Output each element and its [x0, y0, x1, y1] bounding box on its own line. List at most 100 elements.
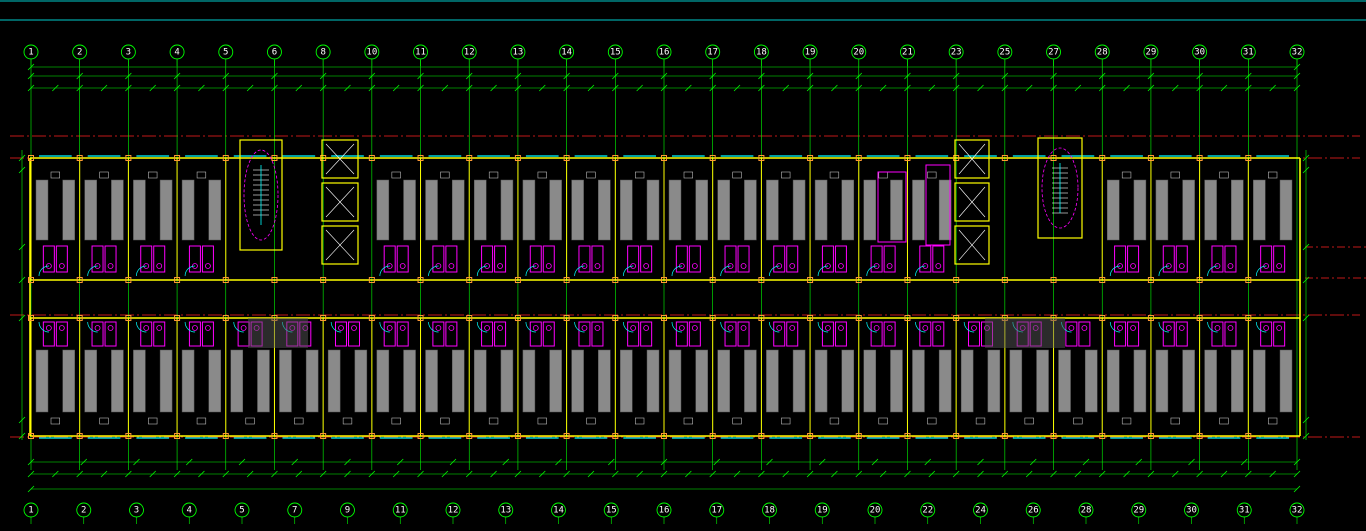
toilet — [532, 325, 539, 331]
toilet — [448, 263, 455, 269]
bed — [571, 179, 584, 241]
door-swing — [525, 265, 536, 277]
bed — [938, 179, 952, 241]
bed — [35, 349, 49, 413]
bed — [549, 179, 562, 241]
axis-label: 26 — [1028, 506, 1039, 516]
toilet — [838, 325, 844, 331]
axis-label: 11 — [395, 506, 406, 516]
door-swing — [817, 265, 829, 277]
desk — [50, 171, 60, 179]
desk — [99, 171, 109, 179]
axis-label: 17 — [711, 506, 722, 516]
bed — [1009, 349, 1023, 413]
axis-label: 31 — [1243, 48, 1254, 58]
axis-label: 14 — [561, 48, 572, 58]
bed — [1036, 349, 1049, 413]
bed — [890, 349, 903, 413]
toilet — [1117, 325, 1123, 331]
toilet — [691, 263, 698, 269]
axis-label: 19 — [805, 48, 816, 58]
axis-label: 29 — [1146, 48, 1157, 58]
hatch-area — [985, 318, 1065, 348]
bed — [257, 349, 270, 413]
axis-bubbles-bottom: 1 2 3 4 5 7 9 11 12 13 14 15 16 17 18 19 20 22 24 26 28 29 30 3… — [23, 502, 1305, 524]
desk — [829, 171, 840, 179]
bed — [473, 179, 487, 241]
bed — [1133, 179, 1147, 241]
toilet — [45, 325, 52, 331]
desk — [294, 417, 304, 425]
axis-label: 15 — [610, 48, 621, 58]
axis-bubbles-top: 1 2 3 4 5 6 8 10 11 12 13 14 15 16 17 18 19 20 21 23 25 27 28 2… — [23, 44, 1305, 66]
bed — [111, 179, 124, 241]
bed — [403, 349, 416, 413]
axis-label: 18 — [764, 506, 775, 516]
bed — [1253, 349, 1266, 413]
desk — [781, 171, 791, 179]
bed — [62, 349, 75, 413]
bed — [159, 179, 173, 241]
bed — [814, 179, 828, 241]
toilet — [873, 325, 880, 331]
desk — [635, 171, 645, 179]
axis-label: 17 — [707, 48, 718, 58]
axis-label: 13 — [500, 506, 511, 516]
desk — [732, 417, 742, 425]
toilet — [1130, 263, 1136, 269]
toilet — [678, 325, 685, 331]
door-swing — [136, 265, 147, 277]
axis-label: 25 — [999, 48, 1010, 58]
door-swing — [428, 265, 439, 277]
bed — [1084, 349, 1098, 413]
toilet — [1227, 263, 1234, 269]
toilet — [1214, 325, 1221, 331]
toilet — [971, 325, 977, 331]
toilet — [691, 325, 698, 331]
axis-label: 1 — [28, 506, 33, 516]
desk — [148, 417, 158, 425]
desk — [1219, 417, 1229, 425]
door-swing — [622, 265, 634, 277]
toilet — [727, 325, 734, 331]
desk — [635, 417, 645, 425]
bed — [744, 349, 757, 413]
desk — [586, 417, 596, 425]
bed — [208, 349, 222, 413]
bed — [766, 179, 779, 241]
desk — [829, 417, 840, 425]
desk — [683, 171, 693, 179]
toilet — [1068, 325, 1075, 331]
axis-label: 28 — [1081, 506, 1092, 516]
toilet — [594, 263, 601, 269]
axis-label: 14 — [553, 506, 564, 516]
desk — [1219, 171, 1229, 179]
door-swing — [476, 265, 488, 277]
bed — [1106, 349, 1120, 413]
bed — [181, 179, 195, 241]
bed — [717, 349, 730, 413]
bed — [766, 349, 779, 413]
bed — [1204, 349, 1217, 413]
bed — [938, 349, 952, 413]
floor-plan-canvas: 1 2 3 4 5 6 8 10 11 12 13 14 15 16 17 18 19 20 21 23 25 27 28 2… — [0, 0, 1366, 524]
desk — [1121, 417, 1132, 425]
bed — [1133, 349, 1147, 413]
toilet — [825, 325, 831, 331]
bed — [500, 179, 514, 241]
toilet — [935, 325, 942, 331]
toilet — [581, 325, 588, 331]
axis-label: 12 — [464, 48, 475, 58]
bed — [425, 349, 438, 413]
hatch-area — [248, 318, 308, 348]
toilet — [484, 325, 490, 331]
toilet — [545, 325, 552, 331]
bed — [327, 349, 341, 413]
axis-label: 5 — [223, 48, 228, 58]
desk — [196, 417, 207, 425]
toilet — [143, 325, 150, 331]
toilet — [740, 325, 747, 331]
bed — [1182, 349, 1195, 413]
toilet — [338, 325, 344, 331]
toilet — [399, 263, 406, 269]
